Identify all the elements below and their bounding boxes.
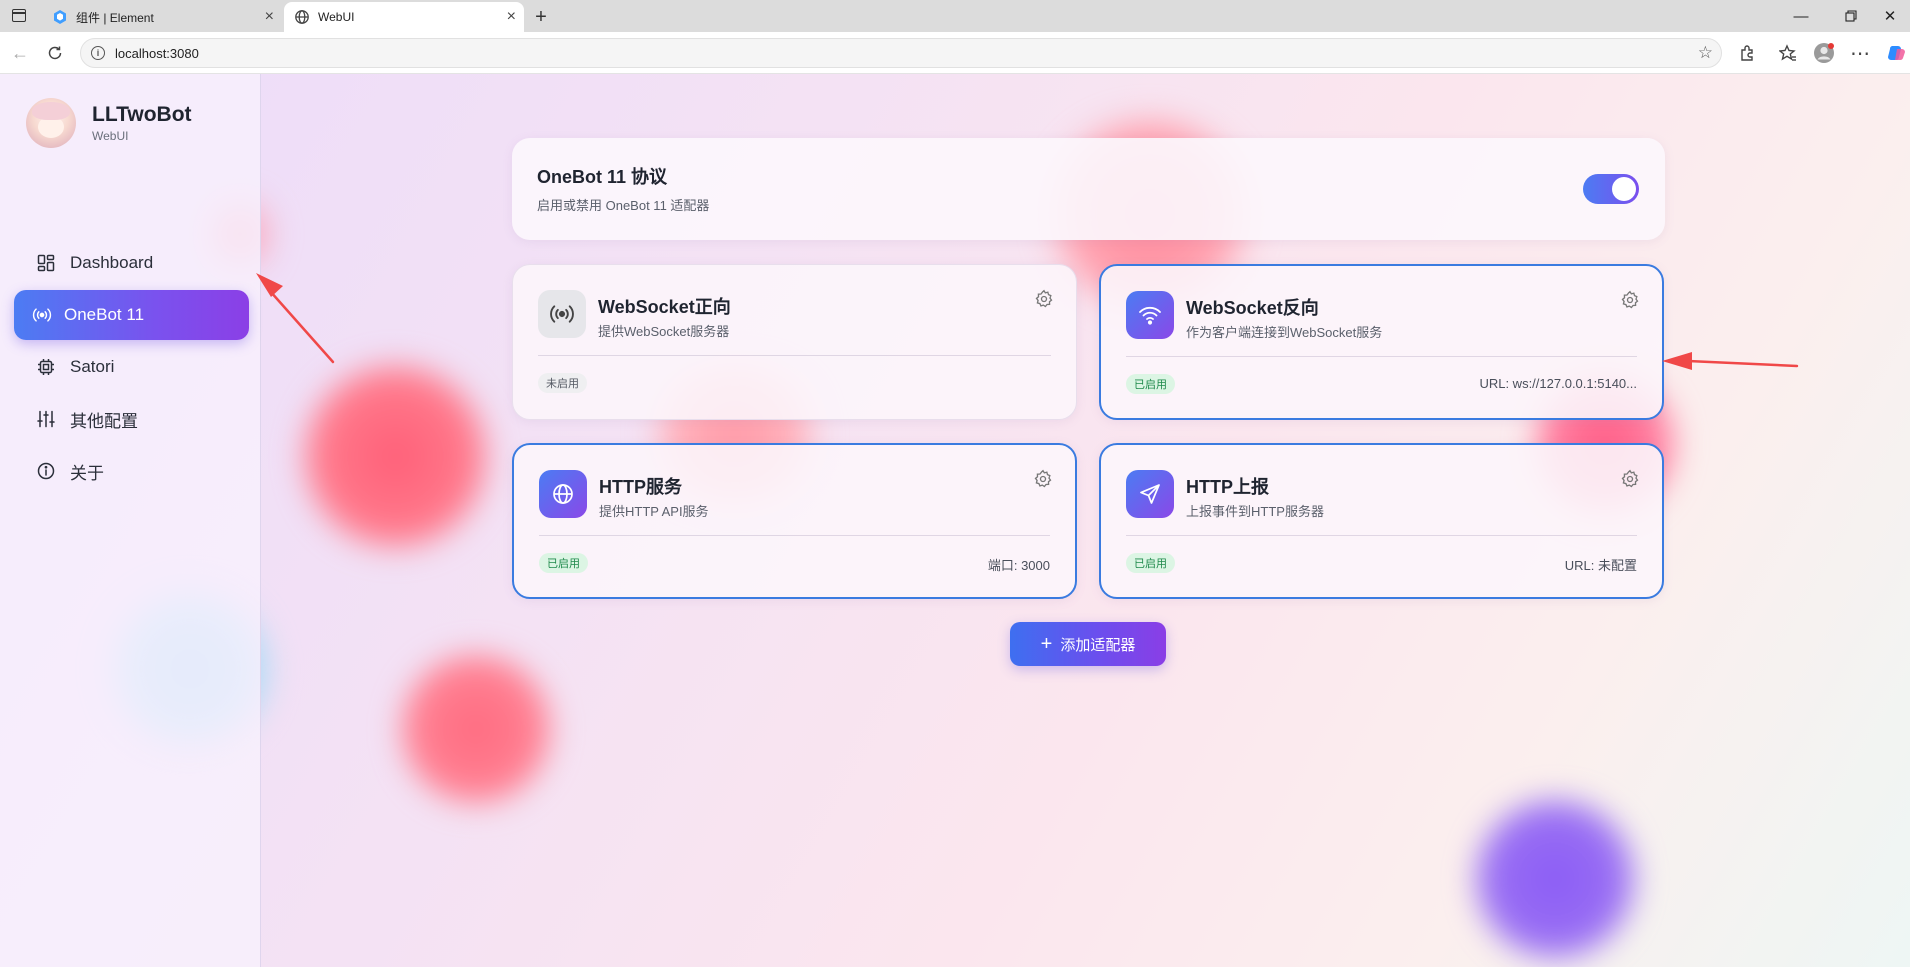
webui-page: LLTwoBot WebUI Dashboard OneBot 11 Sator…	[0, 74, 1910, 967]
onebot11-protocol-card: OneBot 11 协议 启用或禁用 OneBot 11 适配器	[512, 138, 1665, 240]
wifi-icon	[1126, 291, 1174, 339]
adapter-title: HTTP上报	[1186, 477, 1269, 497]
close-tab-icon[interactable]: ×	[265, 8, 274, 26]
sidebar-item-label: OneBot 11	[64, 305, 145, 324]
adapter-url: URL: 未配置	[1564, 558, 1637, 573]
gear-icon[interactable]	[1620, 290, 1640, 310]
favorite-star-icon[interactable]: ☆	[1698, 43, 1713, 63]
protocol-subtitle: 启用或禁用 OneBot 11 适配器	[537, 198, 710, 213]
tab-title: WebUI	[318, 10, 355, 24]
address-bar[interactable]: i localhost:3080 ☆	[80, 38, 1722, 68]
more-options-icon[interactable]: ⋯	[1848, 41, 1872, 65]
protocol-title: OneBot 11 协议	[537, 167, 668, 187]
copilot-icon[interactable]	[1884, 41, 1908, 65]
send-icon	[1126, 470, 1174, 518]
tab-actions-icon[interactable]	[12, 9, 26, 22]
protocol-enable-toggle[interactable]	[1583, 174, 1639, 204]
adapter-url: URL: ws://127.0.0.1:5140...	[1479, 376, 1637, 391]
adapter-title: WebSocket反向	[1186, 298, 1319, 318]
plus-icon: +	[1040, 633, 1053, 655]
card-divider	[538, 355, 1051, 356]
sidebar-nav: Dashboard OneBot 11 Satori 其他配置 关于	[14, 238, 249, 498]
chip-icon	[36, 357, 56, 377]
reload-icon[interactable]	[43, 41, 67, 65]
adapter-card-websocket-reverse[interactable]: WebSocket反向 作为客户端连接到WebSocket服务 已启用 URL:…	[1099, 264, 1664, 420]
sliders-icon	[36, 409, 56, 429]
brand: LLTwoBot WebUI	[26, 98, 192, 148]
address-url[interactable]: localhost:3080	[115, 46, 199, 61]
status-badge: 已启用	[1126, 553, 1175, 573]
minimize-icon[interactable]: —	[1778, 0, 1824, 32]
brand-name: LLTwoBot	[92, 103, 192, 126]
background-blob	[1470, 794, 1640, 964]
sidebar-item-label: 其他配置	[70, 411, 138, 431]
add-adapter-label: 添加适配器	[1060, 636, 1136, 654]
sidebar-item-about[interactable]: 关于	[14, 446, 249, 496]
card-divider	[1126, 356, 1637, 357]
gear-icon[interactable]	[1033, 469, 1053, 489]
broadcast-icon	[538, 290, 586, 338]
dashboard-icon	[36, 253, 56, 273]
status-badge: 未启用	[538, 373, 587, 393]
adapter-subtitle: 作为客户端连接到WebSocket服务	[1186, 325, 1383, 340]
sidebar-item-label: 关于	[70, 463, 104, 483]
close-window-icon[interactable]: ✕	[1870, 0, 1910, 32]
status-badge: 已启用	[1126, 374, 1175, 394]
extensions-icon[interactable]	[1735, 41, 1759, 65]
element-favicon-icon	[52, 9, 68, 25]
card-divider	[1126, 535, 1637, 536]
app-sidebar: LLTwoBot WebUI Dashboard OneBot 11 Sator…	[0, 74, 261, 967]
profile-avatar-icon[interactable]	[1812, 41, 1836, 65]
new-tab-button[interactable]: +	[528, 4, 554, 30]
adapter-card-http-report[interactable]: HTTP上报 上报事件到HTTP服务器 已启用 URL: 未配置	[1099, 443, 1664, 599]
sidebar-item-satori[interactable]: Satori	[14, 342, 249, 392]
brand-avatar	[26, 98, 76, 148]
status-badge: 已启用	[539, 553, 588, 573]
toggle-knob	[1612, 177, 1636, 201]
sidebar-item-label: Satori	[70, 357, 115, 376]
gear-icon[interactable]	[1034, 289, 1054, 309]
sidebar-item-other-config[interactable]: 其他配置	[14, 394, 249, 444]
browser-tab-bar: 组件 | Element × WebUI × + — ✕	[0, 0, 1910, 32]
adapter-card-http-service[interactable]: HTTP服务 提供HTTP API服务 已启用 端口: 3000	[512, 443, 1077, 599]
collections-icon[interactable]	[1776, 41, 1800, 65]
adapter-card-websocket-forward[interactable]: WebSocket正向 提供WebSocket服务器 未启用	[512, 264, 1077, 420]
tab-title: 组件 | Element	[76, 10, 154, 25]
adapter-subtitle: 提供WebSocket服务器	[598, 324, 730, 339]
adapter-subtitle: 提供HTTP API服务	[599, 504, 709, 519]
add-adapter-button[interactable]: + 添加适配器	[1010, 622, 1166, 666]
globe-favicon-icon	[294, 9, 310, 25]
brand-subtitle: WebUI	[92, 129, 129, 143]
background-blob	[396, 649, 556, 809]
sidebar-item-onebot11[interactable]: OneBot 11	[14, 290, 249, 340]
browser-tab-webui[interactable]: WebUI ×	[284, 2, 524, 32]
sidebar-item-label: Dashboard	[70, 253, 154, 272]
back-icon[interactable]: ←	[8, 41, 32, 65]
globe-icon	[539, 470, 587, 518]
site-info-icon[interactable]: i	[91, 46, 105, 60]
adapter-port: 端口: 3000	[987, 558, 1050, 573]
broadcast-icon	[32, 305, 52, 325]
adapter-title: WebSocket正向	[598, 297, 731, 317]
info-icon	[36, 461, 56, 481]
card-divider	[539, 535, 1050, 536]
restore-icon[interactable]	[1828, 0, 1874, 32]
browser-tab-element[interactable]: 组件 | Element ×	[42, 2, 282, 32]
sidebar-item-dashboard[interactable]: Dashboard	[14, 238, 249, 288]
background-blob	[298, 359, 493, 554]
gear-icon[interactable]	[1620, 469, 1640, 489]
close-tab-icon[interactable]: ×	[507, 8, 516, 26]
adapter-subtitle: 上报事件到HTTP服务器	[1186, 504, 1324, 519]
adapter-title: HTTP服务	[599, 477, 682, 497]
browser-toolbar: ← i localhost:3080 ☆ ⋯	[0, 32, 1910, 74]
